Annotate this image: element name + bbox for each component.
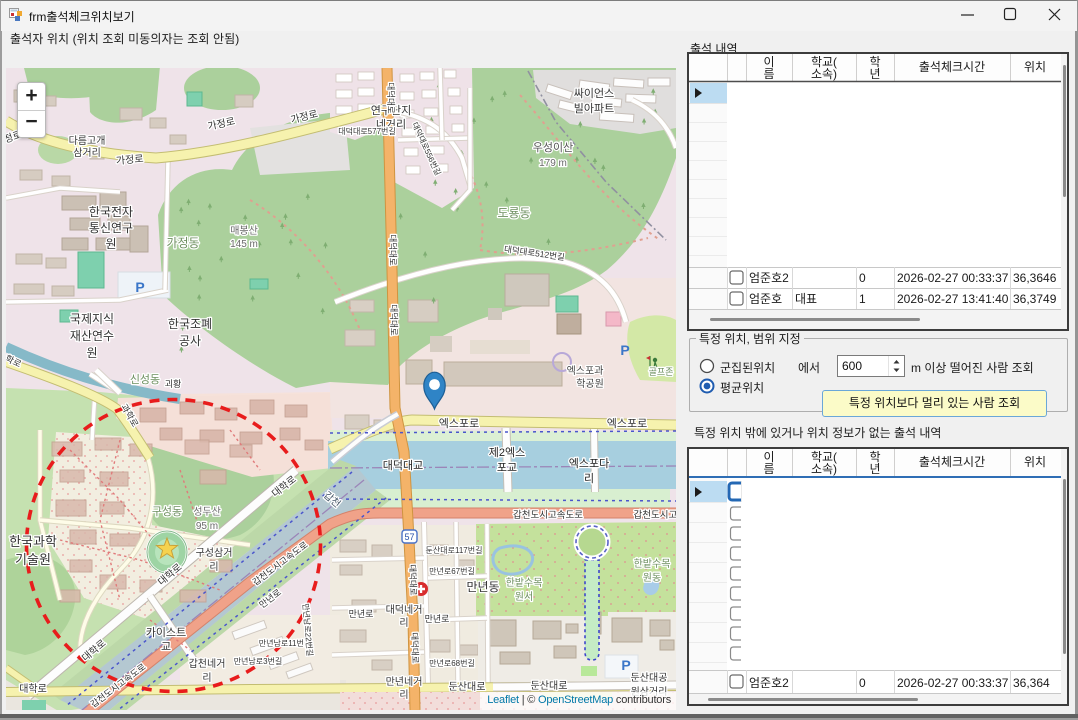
svg-text:대덕대로: 대덕대로 — [388, 234, 398, 265]
svg-text:한국전자: 한국전자 — [89, 205, 133, 219]
svg-text:성두산: 성두산 — [193, 506, 221, 518]
svg-text:36,3646: 36,3646 — [1013, 271, 1057, 285]
svg-text:리: 리 — [209, 561, 218, 573]
svg-text:리: 리 — [202, 672, 211, 684]
svg-text:한국조폐: 한국조폐 — [168, 317, 212, 331]
svg-text:2026-02-27 13:41:40: 2026-02-27 13:41:40 — [897, 292, 1009, 306]
svg-text:엑스포다: 엑스포다 — [569, 457, 609, 470]
svg-text:국제지식: 국제지식 — [70, 312, 114, 326]
svg-text:리: 리 — [399, 617, 408, 629]
svg-text:한국과학: 한국과학 — [9, 534, 57, 549]
svg-text:만년동: 만년동 — [466, 580, 499, 594]
svg-text:95 m: 95 m — [196, 521, 218, 532]
svg-text:매봉산: 매봉산 — [230, 225, 258, 237]
svg-text:기술원: 기술원 — [15, 552, 51, 567]
svg-text:P: P — [621, 657, 630, 673]
svg-text:학공원: 학공원 — [576, 378, 604, 390]
svg-text:가정로: 가정로 — [115, 153, 144, 167]
svg-text:P: P — [620, 342, 629, 358]
svg-text:재산연수: 재산연수 — [70, 329, 114, 343]
svg-text:소속): 소속) — [811, 67, 837, 81]
svg-text:원동: 원동 — [643, 572, 661, 584]
svg-text:만년로67번길: 만년로67번길 — [429, 566, 475, 576]
svg-text:대학로: 대학로 — [19, 683, 47, 695]
svg-text:구성동: 구성동 — [152, 505, 182, 518]
svg-text:름: 름 — [763, 67, 774, 81]
svg-text:빌아파트: 빌아파트 — [574, 102, 614, 115]
svg-text:우성이산: 우성이산 — [533, 141, 573, 154]
svg-text:공사: 공사 — [179, 334, 201, 348]
svg-text:179 m: 179 m — [539, 158, 567, 169]
svg-text:엄준호2: 엄준호2 — [749, 271, 789, 285]
svg-text:포교: 포교 — [497, 462, 517, 474]
svg-text:년: 년 — [869, 67, 880, 81]
svg-text:출석체크시간: 출석체크시간 — [919, 60, 985, 74]
svg-text:둔산대로117번길: 둔산대로117번길 — [426, 545, 483, 555]
svg-text:다름고개: 다름고개 — [69, 135, 106, 147]
svg-text:엄준호: 엄준호 — [749, 292, 782, 306]
svg-text:원: 원 — [86, 346, 97, 360]
svg-text:대덕대교: 대덕대교 — [383, 459, 423, 472]
svg-text:한밭수목: 한밭수목 — [634, 558, 671, 570]
svg-text:년: 년 — [869, 462, 880, 476]
svg-text:145 m: 145 m — [230, 239, 258, 250]
svg-text:가정동: 가정동 — [166, 236, 199, 250]
svg-text:원서: 원서 — [515, 591, 533, 603]
svg-text:신성동: 신성동 — [130, 373, 160, 386]
svg-text:1: 1 — [859, 292, 866, 306]
svg-text:엄준호2: 엄준호2 — [749, 676, 789, 690]
svg-text:대덕대로577번길: 대덕대로577번길 — [338, 126, 396, 136]
svg-text:출석체크시간: 출석체크시간 — [919, 455, 985, 469]
svg-text:통신연구: 통신연구 — [89, 221, 133, 235]
svg-text:만년남로11번길: 만년남로11번길 — [259, 638, 311, 648]
svg-text:36,3749: 36,3749 — [1013, 292, 1057, 306]
svg-text:소속): 소속) — [811, 462, 837, 476]
svg-text:만년로68번길: 만년로68번길 — [429, 658, 475, 668]
svg-text:위치: 위치 — [1024, 455, 1046, 469]
svg-text:만년네거: 만년네거 — [386, 676, 423, 688]
svg-text:골프존: 골프존 — [649, 367, 674, 377]
svg-text:0: 0 — [859, 676, 866, 690]
svg-text:리: 리 — [584, 472, 594, 485]
svg-text:도룡동: 도룡동 — [497, 206, 530, 220]
svg-text:대덕대로: 대덕대로 — [389, 304, 399, 335]
svg-text:2026-02-27 00:33:37: 2026-02-27 00:33:37 — [897, 676, 1009, 690]
svg-text:대덕대로: 대덕대로 — [409, 632, 420, 664]
svg-text:교: 교 — [161, 641, 171, 653]
svg-text:둔산대로: 둔산대로 — [531, 680, 568, 692]
svg-text:제2엑스: 제2엑스 — [489, 446, 525, 459]
svg-text:리: 리 — [399, 689, 408, 701]
svg-text:만년남로3번길: 만년남로3번길 — [234, 656, 283, 666]
svg-text:P: P — [135, 279, 144, 295]
svg-text:대덕대로: 대덕대로 — [386, 82, 396, 113]
svg-text:카이스트: 카이스트 — [146, 626, 186, 639]
svg-text:괴황: 괴황 — [165, 379, 182, 389]
svg-text:위치: 위치 — [1024, 60, 1046, 74]
svg-text:대덕네거: 대덕네거 — [386, 604, 423, 616]
svg-text:대덕대로: 대덕대로 — [407, 564, 418, 596]
svg-text:2026-02-27 00:33:37: 2026-02-27 00:33:37 — [897, 271, 1009, 285]
svg-text:만년로: 만년로 — [425, 614, 450, 624]
svg-text:갑천도시고6: 갑천도시고6 — [634, 509, 676, 521]
svg-text:36,364: 36,364 — [1013, 676, 1050, 690]
svg-text:둔산대공: 둔산대공 — [631, 672, 668, 684]
svg-text:구성삼거: 구성삼거 — [196, 547, 233, 559]
svg-text:엑스포로: 엑스포로 — [439, 417, 479, 430]
svg-text:한밭수목: 한밭수목 — [506, 577, 543, 589]
svg-text:0: 0 — [859, 271, 866, 285]
svg-text:엑스포로: 엑스포로 — [607, 417, 647, 430]
svg-text:름: 름 — [763, 462, 774, 476]
svg-text:만년로: 만년로 — [349, 609, 374, 619]
svg-text:갑천네거: 갑천네거 — [189, 658, 226, 670]
svg-text:원: 원 — [105, 237, 116, 251]
svg-text:갑천도시고속도로: 갑천도시고속도로 — [513, 509, 583, 521]
svg-text:싸이언스: 싸이언스 — [574, 87, 614, 100]
svg-text:57: 57 — [404, 532, 414, 542]
svg-text:삼거리: 삼거리 — [73, 147, 101, 159]
svg-text:엑스포과: 엑스포과 — [567, 365, 604, 377]
svg-text:대표: 대표 — [795, 292, 817, 306]
